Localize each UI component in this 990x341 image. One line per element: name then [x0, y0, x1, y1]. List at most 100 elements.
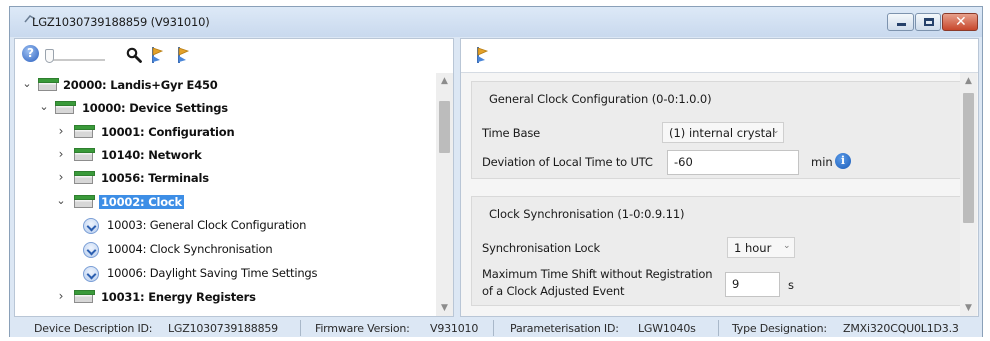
tree-item-clock-synchronisation[interactable]: 10004: Clock Synchronisation	[55, 239, 415, 259]
title-bar[interactable]: LGZ1030739188859 (V931010) ✕	[10, 7, 982, 37]
deviation-label: Deviation of Local Time to UTC	[482, 155, 653, 169]
tree-item-label: 10031: Energy Registers	[101, 290, 256, 304]
chevron-right-icon[interactable]: ›	[55, 124, 67, 138]
chevron-down-circle-icon[interactable]	[83, 266, 99, 282]
device-description-label: Device Description ID:	[34, 322, 153, 335]
chevron-down-icon: ⌄	[772, 126, 780, 136]
app-window: LGZ1030739188859 (V931010) ✕ ? ⌄ 20000: …	[9, 6, 983, 337]
pin-icon[interactable]	[176, 46, 190, 64]
folder-icon	[74, 290, 95, 303]
type-designation-value: ZMXi320CQU0L1D3.3	[843, 322, 959, 335]
folder-icon	[74, 171, 95, 184]
status-bar: Device Description ID: LGZ1030739188859 …	[10, 319, 982, 337]
tree-item-label: 20000: Landis+Gyr E450	[63, 78, 218, 92]
sync-lock-label: Synchronisation Lock	[482, 241, 600, 255]
status-divider	[300, 320, 301, 336]
chevron-down-icon[interactable]: ⌄	[55, 194, 67, 208]
details-header	[461, 39, 978, 73]
chevron-down-icon[interactable]: ⌄	[38, 100, 50, 114]
details-scrollbar[interactable]: ▲ ▼	[960, 73, 977, 316]
firmware-value: V931010	[430, 322, 479, 335]
tree-item-daylight-saving-time-settings[interactable]: 10006: Daylight Saving Time Settings	[55, 263, 415, 283]
tree-item-terminals[interactable]: › 10056: Terminals	[55, 168, 415, 188]
help-icon[interactable]: ?	[22, 45, 39, 62]
scroll-down-icon[interactable]: ▼	[960, 300, 977, 316]
info-icon[interactable]: i	[835, 153, 851, 169]
pin-icon[interactable]	[150, 46, 164, 64]
tree-item-clock[interactable]: ⌄ 10002: Clock	[55, 192, 415, 212]
maximize-button[interactable]	[915, 13, 941, 31]
tree-toolbar: ?	[15, 39, 453, 73]
chevron-down-icon[interactable]: ⌄	[21, 77, 33, 91]
sync-lock-select[interactable]: 1 hour ⌄	[727, 237, 795, 258]
folder-icon	[74, 195, 95, 208]
status-divider	[493, 320, 494, 336]
device-tree: ⌄ 20000: Landis+Gyr E450 ⌄ 10000: Device…	[15, 73, 435, 316]
sync-lock-value: 1 hour	[734, 241, 772, 255]
folder-icon	[74, 148, 95, 161]
slider-thumb[interactable]	[45, 49, 54, 63]
maximize-icon	[924, 18, 934, 26]
parameterisation-label: Parameterisation ID:	[510, 322, 619, 335]
scroll-down-icon[interactable]: ▼	[436, 300, 453, 316]
clock-sync-group: Clock Synchronisation (1-0:0.9.11) Synch…	[471, 196, 961, 306]
status-divider	[718, 320, 719, 336]
time-base-select[interactable]: (1) internal crystal ⌄	[662, 122, 784, 143]
tree-scrollbar[interactable]: ▲ ▼	[436, 73, 453, 316]
chevron-right-icon[interactable]: ›	[55, 170, 67, 184]
max-shift-label-line1: Maximum Time Shift without Registration	[482, 267, 713, 281]
group-title: Clock Synchronisation (1-0:0.9.11)	[489, 207, 685, 221]
chevron-right-icon[interactable]: ›	[55, 147, 67, 161]
tree-item-device-settings[interactable]: ⌄ 10000: Device Settings	[38, 98, 418, 118]
tree-item-network[interactable]: › 10140: Network	[55, 145, 415, 165]
time-base-label: Time Base	[482, 126, 541, 140]
minimize-button[interactable]	[887, 13, 914, 31]
search-icon[interactable]	[126, 47, 142, 63]
window-title: LGZ1030739188859 (V931010)	[32, 15, 210, 29]
folder-icon	[74, 125, 95, 138]
tree-item-label: 10140: Network	[101, 148, 202, 162]
close-button[interactable]: ✕	[942, 13, 978, 31]
general-clock-group: General Clock Configuration (0-0:1.0.0) …	[471, 81, 961, 179]
tree-item-label: 10001: Configuration	[101, 125, 235, 139]
slider-track	[49, 59, 105, 61]
type-designation-label: Type Designation:	[732, 322, 827, 335]
chevron-down-circle-icon[interactable]	[83, 242, 99, 258]
time-base-value: (1) internal crystal	[669, 126, 776, 140]
tree-item-label: 10006: Daylight Saving Time Settings	[107, 266, 318, 280]
folder-icon	[38, 78, 59, 91]
firmware-label: Firmware Version:	[315, 322, 410, 335]
close-icon: ✕	[955, 14, 967, 30]
tree-item-label: 10004: Clock Synchronisation	[107, 242, 273, 256]
scrollbar-thumb[interactable]	[963, 93, 974, 223]
pin-icon[interactable]	[475, 46, 489, 64]
deviation-value: -60	[674, 155, 693, 169]
tree-item-label: 10000: Device Settings	[82, 101, 228, 115]
max-shift-unit: s	[788, 278, 794, 292]
max-shift-label-line2: of a Clock Adjusted Event	[482, 284, 625, 298]
folder-icon	[55, 101, 76, 114]
chevron-right-icon[interactable]: ›	[55, 289, 67, 303]
chevron-down-circle-icon[interactable]	[83, 218, 99, 234]
chevron-down-icon: ⌄	[783, 241, 791, 251]
max-shift-input[interactable]: 9	[725, 272, 780, 297]
max-shift-value: 9	[732, 277, 740, 291]
parameterisation-value: LGW1040s	[638, 322, 696, 335]
group-title: General Clock Configuration (0-0:1.0.0)	[489, 92, 712, 106]
device-description-value: LGZ1030739188859	[168, 322, 278, 335]
zoom-slider[interactable]	[45, 49, 107, 63]
tree-pane: ? ⌄ 20000: Landis+Gyr E450 ⌄ 10000: Devi…	[14, 38, 454, 317]
tree-item-label: 10056: Terminals	[101, 171, 209, 185]
scroll-up-icon[interactable]: ▲	[436, 73, 453, 89]
scrollbar-thumb[interactable]	[439, 101, 450, 153]
tree-item-configuration[interactable]: › 10001: Configuration	[55, 122, 415, 142]
details-pane: General Clock Configuration (0-0:1.0.0) …	[460, 38, 979, 317]
minimize-icon	[897, 23, 906, 26]
deviation-input[interactable]: -60	[667, 150, 799, 175]
tree-item-energy-registers[interactable]: › 10031: Energy Registers	[55, 287, 415, 307]
tree-item-landis-gyr-e450[interactable]: ⌄ 20000: Landis+Gyr E450	[21, 75, 421, 95]
scroll-up-icon[interactable]: ▲	[960, 73, 977, 89]
deviation-unit: min	[811, 155, 833, 169]
tree-item-label: 10003: General Clock Configuration	[107, 218, 307, 232]
tree-item-general-clock-configuration[interactable]: 10003: General Clock Configuration	[55, 215, 415, 235]
